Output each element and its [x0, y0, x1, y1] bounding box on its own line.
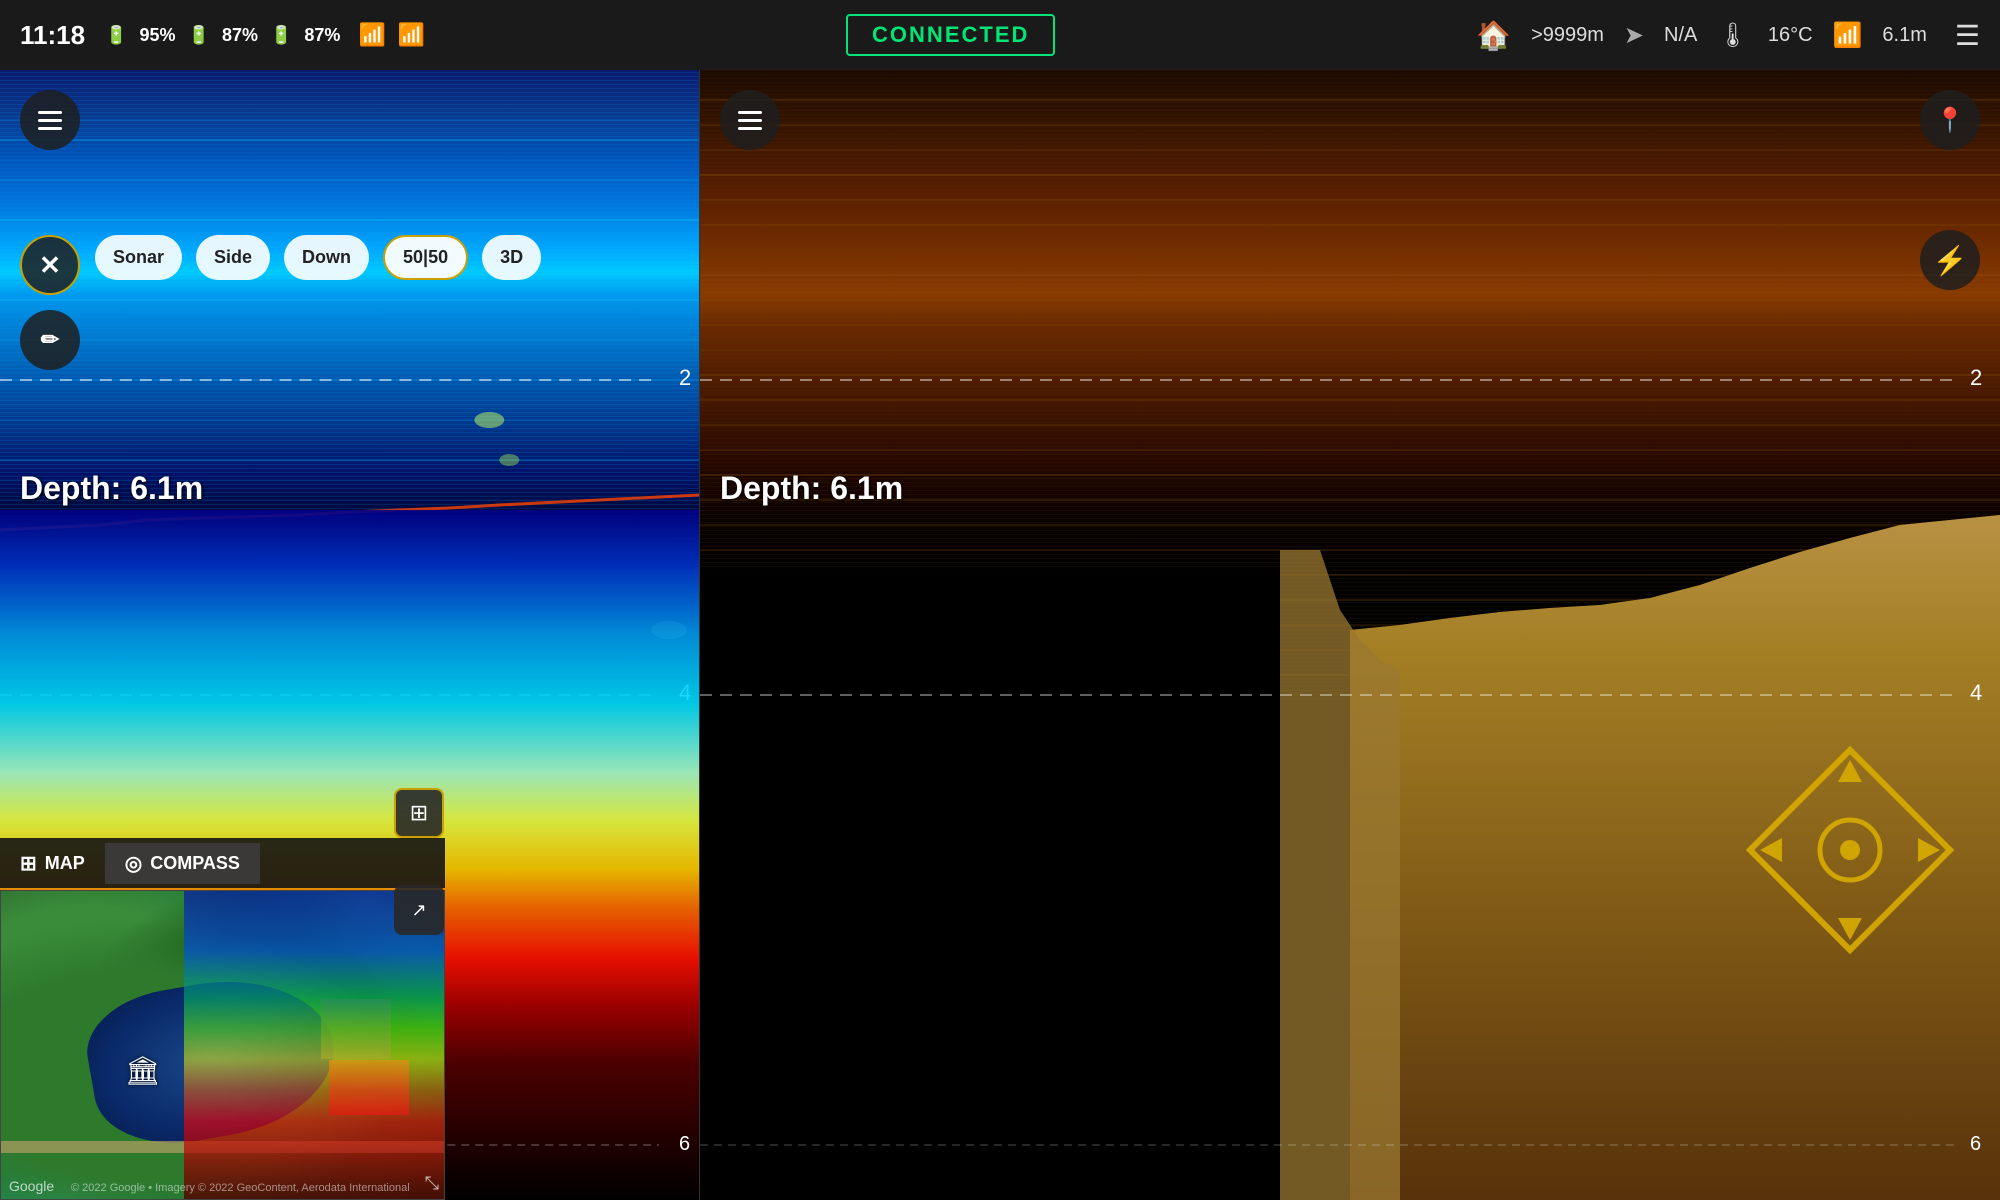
map-background: 🏛 Google © 2022 Google • Imagery © 2022 …: [1, 891, 444, 1199]
external-link-icon: ↗: [411, 900, 426, 921]
map-overlay: 🏛 Google © 2022 Google • Imagery © 2022 …: [0, 890, 445, 1200]
svg-text:2: 2: [679, 365, 691, 390]
map-collapse-button[interactable]: ⤡: [425, 1173, 439, 1194]
menu-button-right[interactable]: [720, 90, 780, 150]
hamburger-icon-right: [738, 111, 762, 130]
mode-buttons: Sonar Side Down 50|50 3D: [95, 235, 541, 280]
signal-strength-icon: 📶: [1833, 21, 1863, 50]
connected-badge: CONNECTED: [846, 14, 1055, 56]
google-logo: Google: [9, 1178, 54, 1194]
battery-pct-1: 95%: [140, 25, 176, 46]
signal-icon: 📶: [358, 22, 385, 48]
mode-btn-sonar[interactable]: Sonar: [95, 235, 182, 280]
map-external-button[interactable]: ↗: [394, 885, 444, 935]
depth-label-left: Depth: 6.1m: [20, 470, 203, 507]
map-expand-button[interactable]: ⊞: [394, 788, 444, 838]
hamburger-icon-left: [38, 111, 62, 130]
thermometer-icon: 🌡: [1717, 21, 1747, 50]
mode-btn-5050[interactable]: 50|50: [383, 235, 468, 280]
mode-btn-down[interactable]: Down: [284, 235, 369, 280]
status-center: CONNECTED: [425, 14, 1476, 56]
home-distance: >9999m: [1531, 24, 1604, 47]
battery-icon-3: 🔋: [270, 25, 292, 46]
svg-text:6: 6: [679, 1133, 690, 1155]
svg-text:6: 6: [1970, 1133, 1981, 1155]
signal-icon-2: 📶: [398, 22, 425, 48]
map-button-icon: ⊞: [20, 851, 37, 876]
sonar-visualization-right: 2 4 6: [700, 70, 2000, 1200]
time-display: 11:18: [20, 20, 85, 51]
menu-button-left[interactable]: [20, 90, 80, 150]
map-controls-bar: ⊞ MAP ◎ COMPASS: [0, 838, 445, 888]
status-left: 11:18 🔋 95% 🔋 87% 🔋 87% 📶 📶: [20, 20, 425, 51]
map-button-label: MAP: [45, 853, 85, 874]
map-copyright-text: © 2022 Google • Imagery © 2022 GeoConten…: [71, 1182, 410, 1194]
map-button[interactable]: ⊞ MAP: [0, 843, 105, 884]
left-panel: 2 4 6: [0, 70, 700, 1200]
status-right: 🏠 >9999m ➤ N/A 🌡 16°C 📶 6.1m ☰: [1476, 19, 1980, 52]
close-icon: ✕: [39, 250, 61, 281]
expand-icon: ⊞: [410, 800, 428, 826]
battery-pct-3: 87%: [304, 25, 340, 46]
lightning-icon: ⚡: [1933, 244, 1968, 277]
main-container: 2 4 6: [0, 70, 2000, 1200]
map-sonar-overlay: [184, 890, 444, 1199]
navigation-icon: ➤: [1624, 21, 1644, 50]
svg-text:2: 2: [1970, 365, 1982, 390]
battery-icon-1: 🔋: [105, 25, 127, 46]
battery-icon-2: 🔋: [188, 25, 210, 46]
close-button-left[interactable]: ✕: [20, 235, 80, 295]
svg-text:4: 4: [1970, 680, 1982, 705]
edit-icon: ✏: [41, 327, 59, 353]
compass-button-icon: ◎: [125, 851, 142, 876]
mode-btn-3d[interactable]: 3D: [482, 235, 541, 280]
pin-icon: 📍: [1935, 106, 1965, 135]
compass-button[interactable]: ◎ COMPASS: [105, 843, 260, 884]
compass-button-label: COMPASS: [150, 853, 240, 874]
altitude-value: 6.1m: [1882, 24, 1926, 47]
pin-button-right[interactable]: 📍: [1920, 90, 1980, 150]
menu-icon-status[interactable]: ☰: [1955, 19, 1980, 52]
drone-icon-map: 🏛: [125, 1054, 161, 1087]
depth-label-right: Depth: 6.1m: [720, 470, 903, 507]
battery-pct-2: 87%: [222, 25, 258, 46]
edit-button-left[interactable]: ✏: [20, 310, 80, 370]
heading-value: N/A: [1664, 24, 1697, 47]
right-panel: 2 4 6 Dept: [700, 70, 2000, 1200]
status-bar: 11:18 🔋 95% 🔋 87% 🔋 87% 📶 📶 CONNECTED 🏠 …: [0, 0, 2000, 70]
temperature-value: 16°C: [1768, 24, 1813, 47]
mode-btn-side[interactable]: Side: [196, 235, 270, 280]
home-icon: 🏠: [1476, 19, 1511, 52]
lightning-button-right[interactable]: ⚡: [1920, 230, 1980, 290]
